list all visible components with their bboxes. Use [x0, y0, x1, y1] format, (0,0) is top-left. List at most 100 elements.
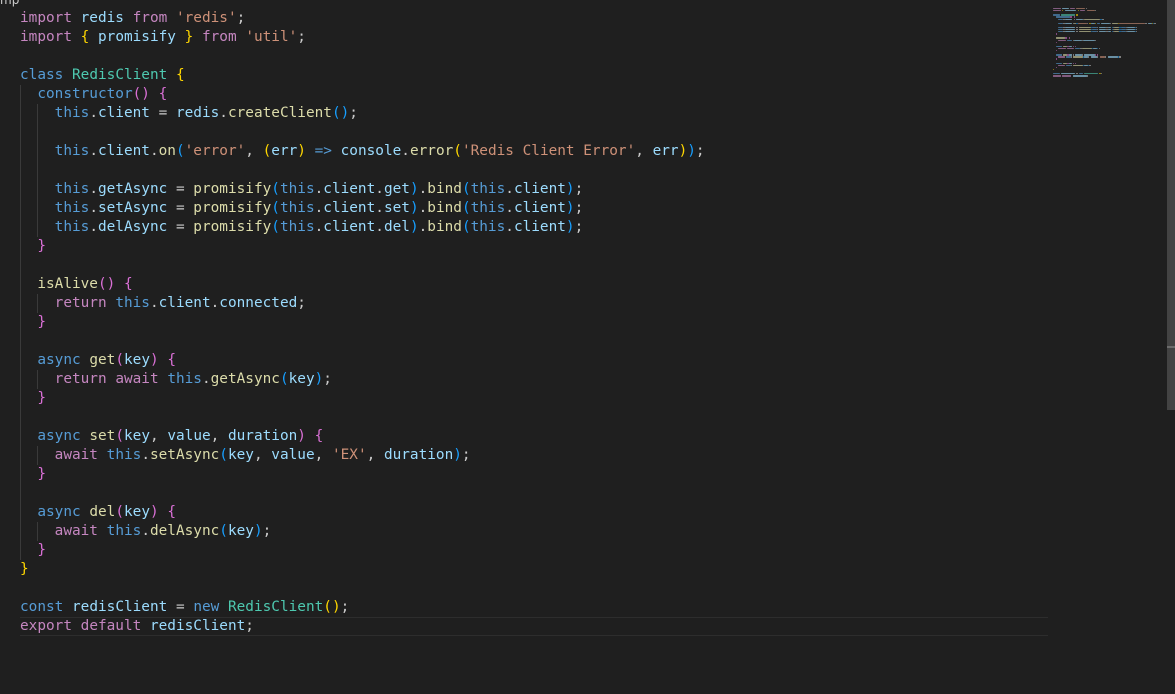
code-line[interactable]: [20, 484, 1048, 503]
code-token: import: [20, 29, 72, 45]
code-line[interactable]: }: [20, 560, 1048, 579]
code-token: ,: [245, 143, 263, 159]
code-line[interactable]: async get(key) {: [20, 351, 1048, 370]
indent-guide: [20, 370, 21, 389]
indent-guide: [20, 180, 21, 199]
scrollbar-thumb[interactable]: [1167, 0, 1175, 410]
code-token: =: [167, 599, 194, 615]
code-line[interactable]: constructor() {: [20, 85, 1048, 104]
code-token: .: [201, 371, 211, 387]
code-token: ;: [262, 523, 272, 539]
code-token: (): [97, 276, 116, 292]
code-token: (): [323, 599, 341, 615]
code-token: createClient: [227, 105, 332, 121]
code-token: (: [461, 219, 471, 235]
code-line[interactable]: return await this.getAsync(key);: [20, 370, 1048, 389]
code-area[interactable]: import redis from 'redis'; import { promi…: [20, 9, 1048, 636]
code-token: delAsync: [149, 523, 220, 539]
minimap-line: [1069, 16, 1073, 18]
minimap-line: [1086, 10, 1095, 12]
code-token: export: [20, 618, 72, 634]
code-line[interactable]: this.client.on('error', (err) => console…: [20, 142, 1048, 161]
minimap-line: [1075, 45, 1077, 48]
code-token: await: [54, 523, 98, 539]
minimap[interactable]: [1053, 8, 1163, 80]
code-token: ): [253, 523, 263, 539]
code-line[interactable]: }: [20, 541, 1048, 560]
code-token: (: [175, 143, 185, 159]
code-line[interactable]: [20, 161, 1048, 180]
code-token: ): [565, 181, 575, 197]
code-token: duration: [227, 428, 298, 444]
code-token: get: [89, 352, 116, 368]
minimap-line: [1101, 73, 1103, 75]
code-token: console: [340, 143, 402, 159]
code-line[interactable]: this.getAsync = promisify(this.client.ge…: [20, 180, 1048, 199]
code-line[interactable]: }: [20, 465, 1048, 484]
code-line[interactable]: this.setAsync = promisify(this.client.se…: [20, 199, 1048, 218]
code-token: async: [37, 352, 81, 368]
code-token: =>: [314, 143, 332, 159]
minimap-line: [1084, 18, 1100, 20]
minimap-line: [1067, 47, 1074, 50]
minimap-line: [1081, 47, 1092, 50]
code-token: key: [288, 371, 315, 387]
code-line[interactable]: [20, 579, 1048, 598]
minimap-line: [1076, 14, 1078, 16]
code-token: .: [505, 200, 514, 216]
minimap-line: [1094, 10, 1096, 12]
code-line[interactable]: await this.delAsync(key);: [20, 522, 1048, 541]
code-token: (: [115, 352, 124, 368]
minimap-line: [1053, 68, 1055, 71]
code-token: .: [89, 143, 98, 159]
indent-guide: [20, 389, 21, 408]
code-line[interactable]: import redis from 'redis';: [20, 9, 1048, 28]
code-line[interactable]: await this.setAsync(key, value, 'EX', du…: [20, 446, 1048, 465]
code-line[interactable]: [20, 408, 1048, 427]
minimap-line: [1062, 75, 1072, 77]
code-line[interactable]: async del(key) {: [20, 503, 1048, 522]
code-token: {: [167, 504, 177, 520]
indent-guide: [20, 408, 21, 427]
code-line[interactable]: }: [20, 389, 1048, 408]
minimap-line: [1053, 10, 1061, 12]
code-token: this: [470, 181, 506, 197]
indent-guide: [20, 123, 21, 142]
code-line[interactable]: async set(key, value, duration) {: [20, 427, 1048, 446]
code-line[interactable]: class RedisClient {: [20, 66, 1048, 85]
code-line[interactable]: const redisClient = new RedisClient();: [20, 598, 1048, 617]
code-token: ,: [210, 428, 228, 444]
code-token: client: [323, 200, 376, 216]
minimap-line: [1072, 45, 1074, 48]
code-line[interactable]: [20, 332, 1048, 351]
indent-guide: [20, 313, 21, 332]
code-line[interactable]: }: [20, 313, 1048, 332]
code-token: client: [97, 143, 150, 159]
minimap-line: [1145, 22, 1147, 25]
code-line[interactable]: this.client = redis.createClient();: [20, 104, 1048, 123]
indent-guide: [20, 522, 21, 541]
code-line[interactable]: isAlive() {: [20, 275, 1048, 294]
breadcrumb[interactable]: mp: [0, 0, 19, 6]
code-line[interactable]: import { promisify } from 'util';: [20, 28, 1048, 47]
code-line[interactable]: [20, 123, 1048, 142]
code-line[interactable]: export default redisClient;: [20, 617, 1048, 636]
code-token: }: [37, 238, 46, 254]
code-token: RedisClient: [227, 599, 324, 615]
code-line[interactable]: [20, 256, 1048, 275]
code-editor[interactable]: mp import redis from 'redis'; import { pr…: [0, 0, 1175, 694]
code-line[interactable]: }: [20, 237, 1048, 256]
code-line[interactable]: return this.client.connected;: [20, 294, 1048, 313]
code-line[interactable]: this.delAsync = promisify(this.client.de…: [20, 218, 1048, 237]
minimap-line: [1107, 31, 1112, 33]
code-line[interactable]: [20, 47, 1048, 66]
code-token: {: [167, 352, 177, 368]
